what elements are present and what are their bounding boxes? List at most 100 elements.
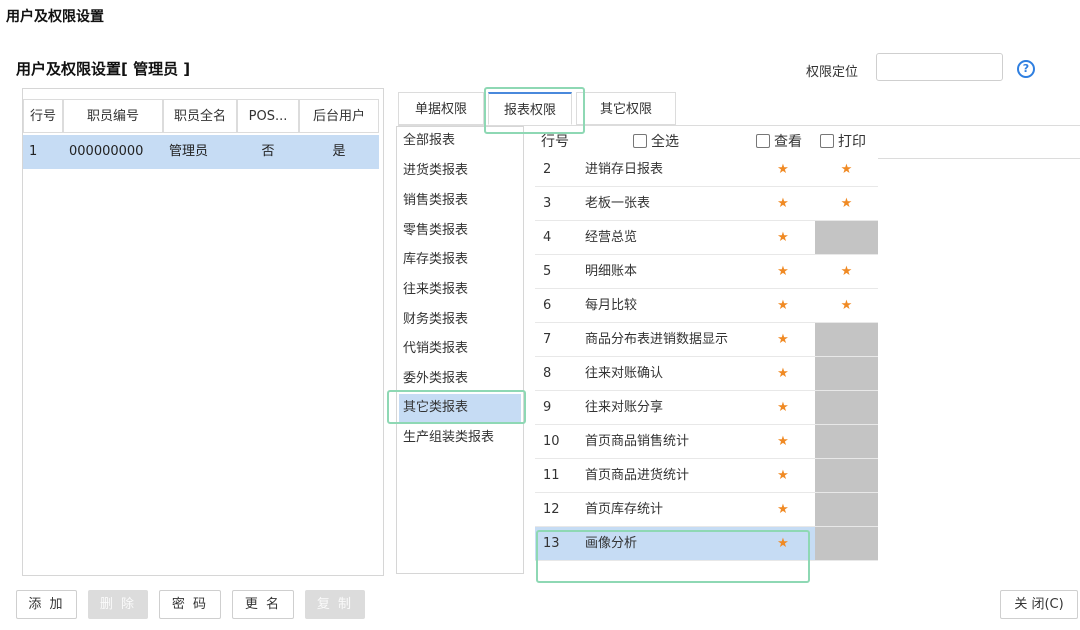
report-row[interactable]: 4 经营总览 ★ <box>535 221 878 255</box>
password-button[interactable]: 密 码 <box>159 590 221 619</box>
report-rowno: 13 <box>543 536 560 551</box>
print-disabled-cell <box>815 221 878 254</box>
category-item[interactable]: 全部报表 <box>399 127 521 155</box>
view-star-icon[interactable]: ★ <box>751 289 815 322</box>
view-star-icon[interactable]: ★ <box>751 187 815 220</box>
report-row[interactable]: 7 商品分布表进销数据显示 ★ <box>535 323 878 357</box>
report-name: 首页商品销售统计 <box>585 434 690 449</box>
print-disabled-cell <box>815 527 878 560</box>
print-star-icon[interactable]: ★ <box>815 187 878 220</box>
print-star-icon[interactable]: ★ <box>815 255 878 288</box>
report-row[interactable]: 10 首页商品销售统计 ★ <box>535 425 878 459</box>
checkbox-icon <box>756 134 770 148</box>
report-rowno: 2 <box>543 162 552 177</box>
add-button[interactable]: 添 加 <box>16 590 77 619</box>
category-item[interactable]: 零售类报表 <box>399 217 521 245</box>
report-rowno: 11 <box>543 468 560 483</box>
report-rowno: 10 <box>543 434 560 449</box>
report-name: 首页库存统计 <box>585 502 664 517</box>
category-item[interactable]: 代销类报表 <box>399 335 521 363</box>
user-cell-rowno: 1 <box>23 135 63 169</box>
report-name: 老板一张表 <box>585 196 651 211</box>
user-cell-pos: 否 <box>237 135 299 169</box>
print-star-icon[interactable]: ★ <box>815 289 878 322</box>
report-rowno: 6 <box>543 298 552 313</box>
report-row[interactable]: 6 每月比较 ★ ★ <box>535 289 878 323</box>
user-cell-id: 000000000 <box>63 135 163 169</box>
report-rowno: 7 <box>543 332 552 347</box>
report-rowno: 5 <box>543 264 552 279</box>
report-rowno: 12 <box>543 502 560 517</box>
section-title: 用户及权限设置[ 管理员 ] <box>16 60 191 78</box>
rename-button[interactable]: 更 名 <box>232 590 294 619</box>
print-disabled-cell <box>815 323 878 356</box>
report-name: 画像分析 <box>585 536 638 551</box>
delete-button[interactable]: 删 除 <box>88 590 148 619</box>
category-item[interactable]: 销售类报表 <box>399 187 521 215</box>
view-star-icon[interactable]: ★ <box>751 153 815 186</box>
report-row[interactable]: 11 首页商品进货统计 ★ <box>535 459 878 493</box>
permission-locate-input[interactable] <box>876 53 1003 81</box>
print-disabled-cell <box>815 391 878 424</box>
view-star-icon[interactable]: ★ <box>751 493 815 526</box>
report-row[interactable]: 5 明细账本 ★ ★ <box>535 255 878 289</box>
report-name: 商品分布表进销数据显示 <box>585 332 729 347</box>
user-header-backend[interactable]: 后台用户 <box>299 99 379 133</box>
view-star-icon[interactable]: ★ <box>751 425 815 458</box>
tab-report-permissions[interactable]: 报表权限 <box>488 92 572 125</box>
copy-button[interactable]: 复 制 <box>305 590 365 619</box>
report-rowno: 9 <box>543 400 552 415</box>
user-row[interactable]: 1 000000000 管理员 否 是 <box>23 135 379 169</box>
view-star-icon[interactable]: ★ <box>751 255 815 288</box>
report-rowno: 3 <box>543 196 552 211</box>
report-name: 进销存日报表 <box>585 162 664 177</box>
report-row[interactable]: 2 进销存日报表 ★ ★ <box>535 153 878 187</box>
tab-other-permissions[interactable]: 其它权限 <box>576 92 676 125</box>
report-category-list: 全部报表 进货类报表 销售类报表 零售类报表 库存类报表 往来类报表 财务类报表… <box>396 126 524 574</box>
report-name: 每月比较 <box>585 298 638 313</box>
user-header-rowno[interactable]: 行号 <box>23 99 63 133</box>
report-row[interactable]: 12 首页库存统计 ★ <box>535 493 878 527</box>
print-disabled-cell <box>815 493 878 526</box>
checkbox-icon <box>633 134 647 148</box>
view-star-icon[interactable]: ★ <box>751 391 815 424</box>
category-item[interactable]: 委外类报表 <box>399 365 521 393</box>
report-row[interactable]: 9 往来对账分享 ★ <box>535 391 878 425</box>
category-item[interactable]: 进货类报表 <box>399 157 521 185</box>
report-name: 经营总览 <box>585 230 638 245</box>
category-item[interactable]: 往来类报表 <box>399 276 521 304</box>
report-rowno: 8 <box>543 366 552 381</box>
view-star-icon[interactable]: ★ <box>751 221 815 254</box>
help-icon[interactable]: ? <box>1017 60 1035 78</box>
report-row[interactable]: 3 老板一张表 ★ ★ <box>535 187 878 221</box>
page-title: 用户及权限设置 <box>6 9 104 25</box>
print-disabled-cell <box>815 459 878 492</box>
view-star-icon[interactable]: ★ <box>751 527 815 560</box>
print-disabled-cell <box>815 425 878 458</box>
checkbox-icon <box>820 134 834 148</box>
report-row[interactable]: 8 往来对账确认 ★ <box>535 357 878 391</box>
print-disabled-cell <box>815 357 878 390</box>
print-star-icon[interactable]: ★ <box>815 153 878 186</box>
close-button[interactable]: 关 闭(C) <box>1000 590 1078 619</box>
report-row-selected[interactable]: 13 画像分析 ★ <box>535 527 878 561</box>
view-star-icon[interactable]: ★ <box>751 323 815 356</box>
view-star-icon[interactable]: ★ <box>751 459 815 492</box>
report-name: 明细账本 <box>585 264 638 279</box>
user-header-pos[interactable]: POS... <box>237 99 299 133</box>
report-name: 往来对账分享 <box>585 400 664 415</box>
report-rowno: 4 <box>543 230 552 245</box>
user-header-id[interactable]: 职员编号 <box>63 99 163 133</box>
user-cell-name: 管理员 <box>163 135 237 169</box>
view-star-icon[interactable]: ★ <box>751 357 815 390</box>
permission-locate-label: 权限定位 <box>806 65 859 80</box>
report-permission-grid: 行号 全选 查看 打印 2 进销存日报表 ★ ★ 3 老板一张表 ★ ★ 4 经… <box>535 126 1080 576</box>
category-item-selected[interactable]: 其它类报表 <box>399 394 521 422</box>
user-table-header: 行号 职员编号 职员全名 POS... 后台用户 <box>23 99 379 135</box>
category-item[interactable]: 生产组装类报表 <box>399 424 521 452</box>
category-item[interactable]: 库存类报表 <box>399 246 521 274</box>
user-header-name[interactable]: 职员全名 <box>163 99 237 133</box>
category-item[interactable]: 财务类报表 <box>399 306 521 334</box>
user-table: 行号 职员编号 职员全名 POS... 后台用户 1 000000000 管理员… <box>22 88 384 576</box>
tab-document-permissions[interactable]: 单据权限 <box>398 92 484 125</box>
